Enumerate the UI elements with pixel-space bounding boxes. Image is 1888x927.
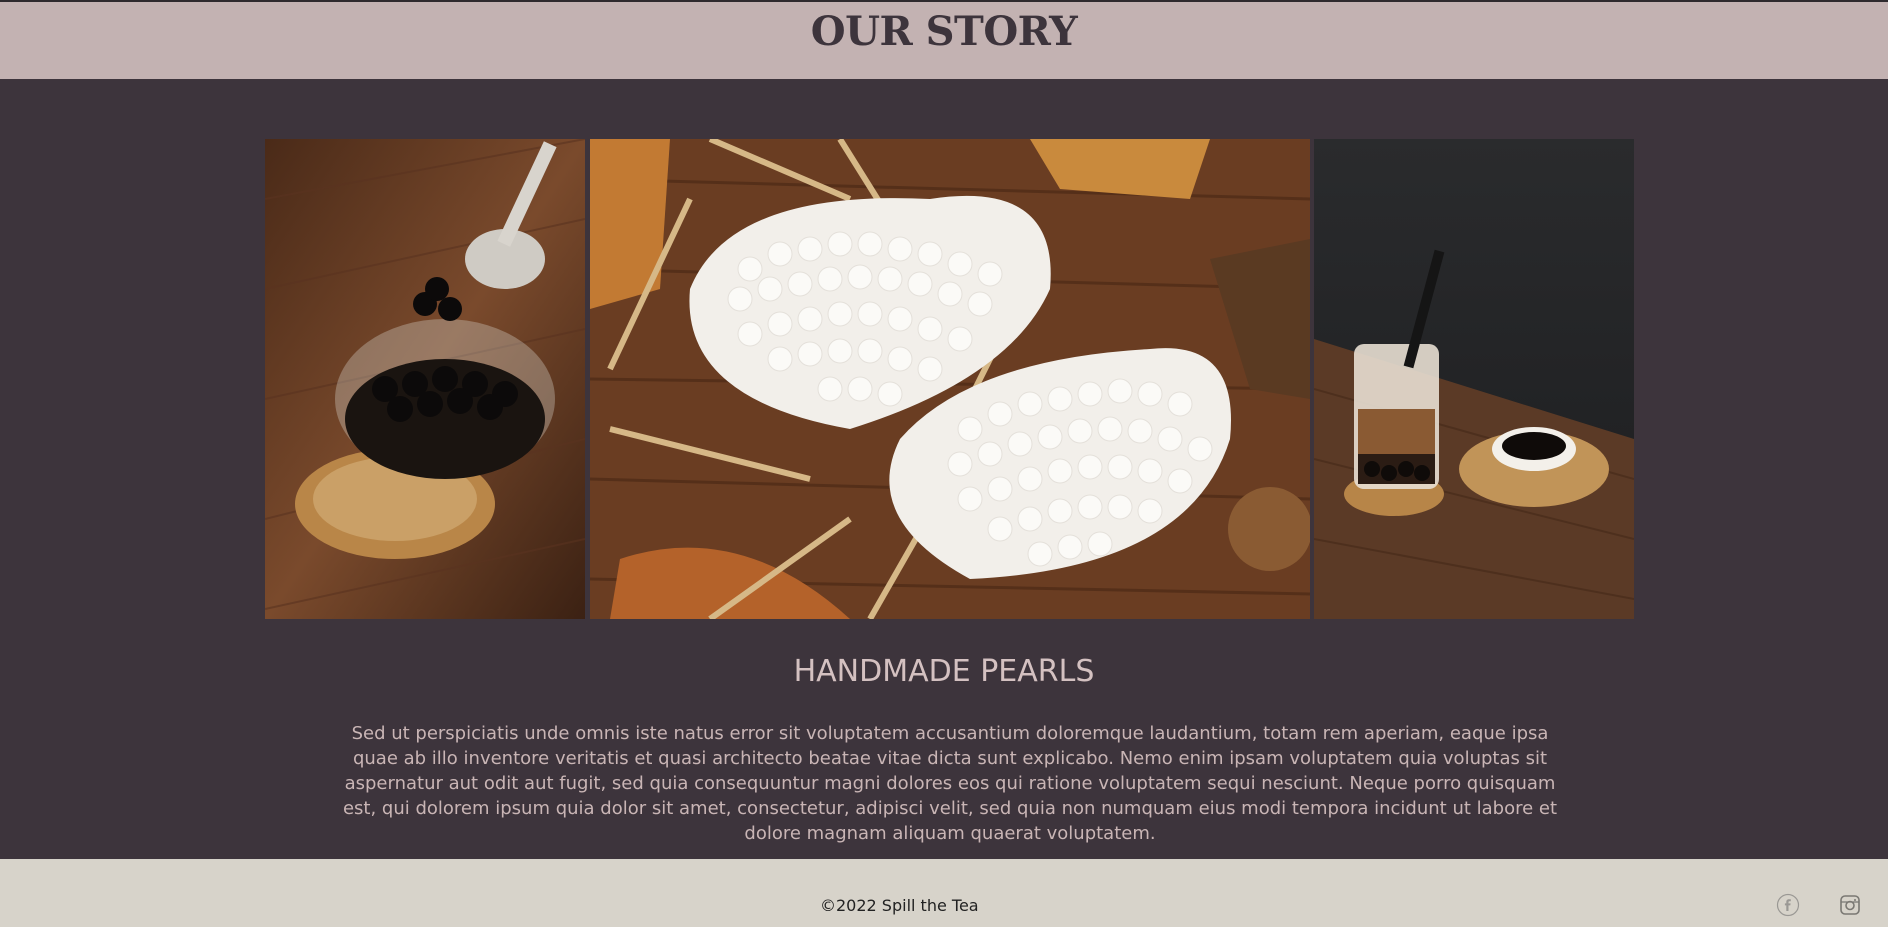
- instagram-link[interactable]: [1838, 893, 1862, 917]
- gallery-image-black-pearls: [265, 139, 585, 619]
- facebook-link[interactable]: [1776, 893, 1800, 917]
- photo-gallery: [265, 139, 1634, 619]
- main-content: HANDMADE PEARLS Sed ut perspiciatis unde…: [0, 79, 1888, 859]
- page-footer: ©2022 Spill the Tea: [0, 859, 1888, 927]
- page-header: OUR STORY: [0, 2, 1888, 79]
- section-heading: HANDMADE PEARLS: [793, 654, 1095, 689]
- facebook-icon: [1776, 893, 1800, 917]
- gallery-image-bubble-tea: [1314, 139, 1634, 619]
- instagram-icon: [1838, 893, 1862, 917]
- gallery-image-white-pearls: [590, 139, 1310, 619]
- section-paragraph: Sed ut perspiciatis unde omnis iste natu…: [342, 723, 1558, 844]
- page-title: OUR STORY: [810, 8, 1078, 55]
- copyright-text: ©2022 Spill the Tea: [820, 896, 979, 915]
